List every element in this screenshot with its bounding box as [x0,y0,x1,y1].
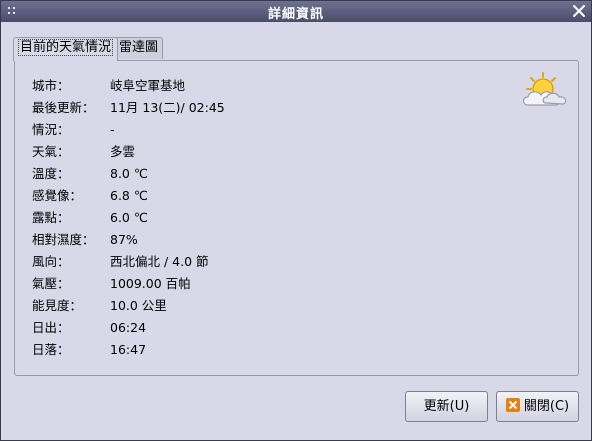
details-dialog: 詳細資訊 目前的天氣情況 雷達圖 城市： 岐阜空軍基地 最後更新： 11月 13… [0,0,592,441]
current-conditions-panel: 城市： 岐阜空軍基地 最後更新： 11月 13(二)/ 02:45 情況： - … [14,60,579,376]
detail-value: 87% [110,232,138,247]
detail-value: 10.0 公里 [110,298,167,313]
title-bar[interactable]: 詳細資訊 [1,1,591,22]
detail-value: 西北偏北 / 4.0 節 [110,254,209,269]
detail-value: 1009.00 百帕 [110,276,191,291]
detail-label: 日出： [32,320,70,335]
detail-label: 感覺像： [32,188,83,203]
detail-label: 露點： [32,210,70,225]
detail-label: 日落： [32,342,70,357]
detail-value: 8.0 ℃ [110,166,148,181]
detail-label: 最後更新： [32,100,95,115]
partly-cloudy-icon [518,71,574,111]
detail-value: 11月 13(二)/ 02:45 [110,100,225,115]
detail-value: 岐阜空軍基地 [110,78,186,93]
detail-label: 風向： [32,254,70,269]
tab-current-conditions-label: 目前的天氣情況 [18,39,114,56]
detail-label: 能見度： [32,298,83,313]
detail-label: 天氣： [32,144,70,159]
refresh-button-label: 更新(U) [423,399,470,414]
detail-label: 情況： [32,122,70,137]
detail-label: 溫度： [32,166,70,181]
close-icon [505,398,520,412]
detail-label: 城市： [32,78,70,93]
window-title: 詳細資訊 [267,7,324,22]
close-window-icon[interactable] [571,3,587,19]
tab-radar-map[interactable]: 雷達圖 [114,37,164,59]
detail-value: 6.0 ℃ [110,210,148,225]
detail-value: 6.8 ℃ [110,188,148,203]
detail-value: 多雲 [110,144,136,159]
detail-value: - [110,122,115,137]
tab-current-conditions[interactable]: 目前的天氣情況 [13,37,119,61]
refresh-button[interactable]: 更新(U) [405,391,488,422]
detail-value: 16:47 [110,342,147,357]
close-button-label: 關閉(C) [523,399,570,414]
detail-label: 相對濕度： [32,232,95,247]
tab-radar-map-label: 雷達圖 [119,40,159,55]
detail-value: 06:24 [110,320,147,335]
detail-label: 氣壓： [32,276,70,291]
close-button[interactable]: 關閉(C) [496,391,579,422]
